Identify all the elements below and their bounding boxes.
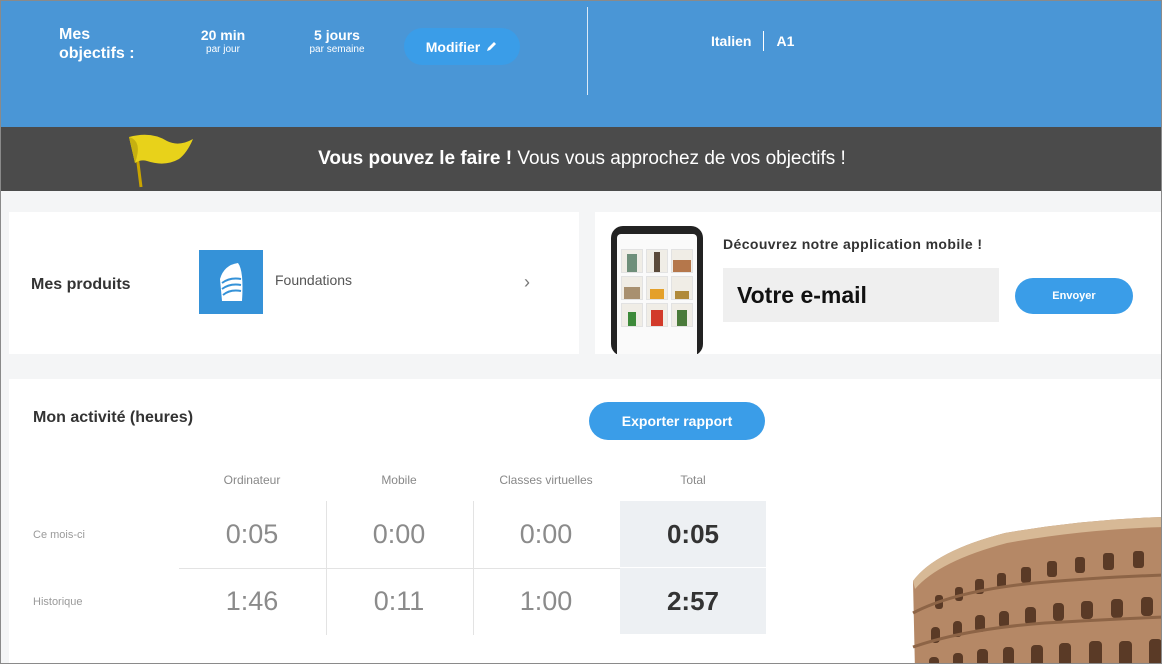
goals-label: Mes objectifs : [59,26,135,62]
cell-history-total: 2:57 [620,568,766,634]
send-button[interactable]: Envoyer [1015,278,1133,314]
pencil-icon [486,39,498,55]
row-label-history: Historique [33,596,83,608]
phone-mockup-image [611,226,703,354]
days-unit: par semaine [309,44,365,55]
language-level: A1 [776,33,795,49]
activity-section: Mon activité (heures) Exporter rapport O… [9,379,1161,663]
row-label-this-month: Ce mois-ci [33,529,85,541]
activity-title: Mon activité (heures) [33,409,194,426]
banner-bold: Vous pouvez le faire ! [318,148,513,169]
column-header-total: Total [680,473,706,487]
cell-history-mobile: 0:11 [373,585,425,616]
minutes-per-day: 20 min par jour [193,27,253,55]
export-report-button[interactable]: Exporter rapport [589,402,765,440]
app-promo-title: Découvrez notre application mobile ! [723,236,983,252]
cell-history-computer: 1:46 [225,585,279,616]
colosseum-tile [671,249,693,273]
page: Mes objectifs : 20 min par jour 5 jours … [0,0,1162,664]
banner-rest: Vous vous approchez de vos objectifs ! [512,148,846,169]
eiffel-tower-tile [646,249,668,273]
goals-header: Mes objectifs : 20 min par jour 5 jours … [1,1,1161,127]
brandenburg-gate-tile [621,276,643,300]
chevron-right-icon[interactable]: › [524,272,530,293]
rosetta-stone-logo-icon[interactable] [199,250,263,314]
encouragement-banner: Vous pouvez le faire ! Vous vous approch… [1,127,1161,191]
banner-message: Vous pouvez le faire ! Vous vous approch… [1,148,1161,170]
products-card: Mes produits Foundations › [9,212,579,354]
phone-booth-tile [646,303,668,327]
modify-button-label: Modifier [425,38,481,55]
colosseum-image [895,461,1161,663]
header-divider [587,7,588,95]
lamp-tile [671,276,693,300]
mobile-app-card: Découvrez notre application mobile ! Vot… [595,212,1161,354]
cell-month-computer: 0:05 [225,518,279,549]
modify-goals-button[interactable]: Modifier [404,28,520,65]
language-name: Italien [711,33,752,49]
column-header-mobile: Mobile [381,473,417,487]
cell-month-mobile: 0:00 [372,518,426,549]
palm-tree-tile [671,303,693,327]
minutes-unit: par jour [206,44,240,55]
cell-month-virtual: 0:00 [519,518,573,549]
cell-history-virtual: 1:00 [519,585,573,616]
phone-screen-header [621,238,693,246]
days-value: 5 jours [314,27,360,43]
course-language: Italien A1 [711,31,794,51]
product-link-foundations[interactable]: Foundations [275,272,352,288]
toucan-tile [646,276,668,300]
language-separator [763,31,765,51]
minutes-value: 20 min [200,27,246,43]
cactus-tile [621,303,643,327]
phone-screen [617,234,697,354]
email-input[interactable]: Votre e-mail [723,268,999,322]
cell-month-total: 0:05 [620,501,766,567]
statue-liberty-tile [621,249,643,273]
column-header-virtual-classes: Classes virtuelles [499,473,593,487]
days-per-week: 5 jours par semaine [297,27,377,55]
column-header-computer: Ordinateur [223,473,281,487]
products-title: Mes produits [31,276,131,293]
table-divider [179,568,620,569]
